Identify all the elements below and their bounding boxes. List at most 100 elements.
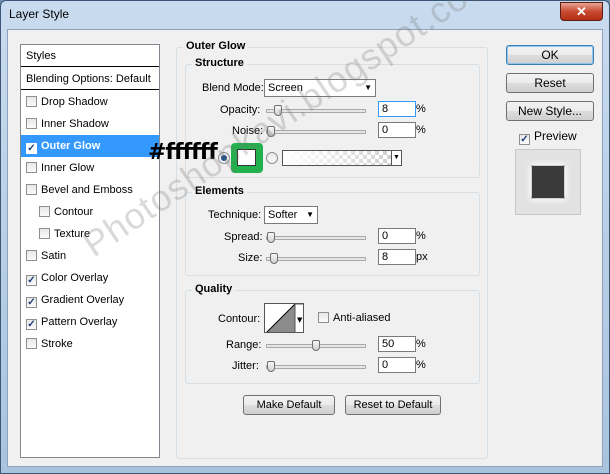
style-item-satin[interactable]: Satin [21,245,159,267]
make-default-button[interactable]: Make Default [243,395,335,415]
contour-label: Contour: [218,313,261,325]
contour-curve-icon: ▼ [266,304,303,332]
preview-label: Preview [534,129,577,143]
jitter-slider-thumb[interactable] [267,361,275,372]
blend-mode-select[interactable]: Screen ▼ [264,79,376,97]
styles-list: Styles Blending Options: Default Drop Sh… [20,44,160,458]
style-item-color-overlay[interactable]: ✓ Color Overlay [21,267,159,289]
anti-aliased-label: Anti-aliased [333,312,391,324]
reset-button[interactable]: Reset [506,73,594,93]
outer-glow-group: Outer Glow Structure Blend Mode: Screen … [176,40,488,459]
range-percent: % [416,338,426,350]
style-item-inner-glow[interactable]: Inner Glow [21,157,159,179]
preview-thumbnail [515,149,581,215]
title-bar[interactable]: Layer Style ✕ [1,1,609,27]
checkbox-icon[interactable] [26,338,37,349]
spread-slider-thumb[interactable] [267,232,275,243]
size-input[interactable]: 8 [378,249,416,265]
ok-button[interactable]: OK [506,45,594,65]
window-title: Layer Style [9,7,70,21]
style-item-label: Bevel and Emboss [41,184,133,196]
outer-glow-title: Outer Glow [183,40,249,52]
checkbox-icon[interactable] [39,206,50,217]
blending-options-item[interactable]: Blending Options: Default [21,68,159,90]
color-hex-annotation: #ffffff [148,140,218,165]
chevron-down-icon[interactable]: ▼ [391,151,401,165]
style-item-drop-shadow[interactable]: Drop Shadow [21,91,159,113]
checkbox-icon[interactable]: ✓ [26,319,37,330]
new-style-button[interactable]: New Style... [506,101,594,121]
preview-checkbox[interactable]: ✓ Preview [519,129,577,145]
dialog-client: Styles Blending Options: Default Drop Sh… [7,29,603,467]
close-button[interactable]: ✕ [560,2,603,21]
noise-input[interactable]: 0 [378,122,416,138]
size-slider[interactable] [266,253,366,264]
layer-style-window: Layer Style ✕ Styles Blending Options: D… [0,0,610,474]
radio-selected-dot [221,155,227,161]
anti-aliased-checkbox[interactable]: Anti-aliased [318,312,390,324]
checkbox-icon[interactable] [26,250,37,261]
gradient-radio[interactable] [266,152,278,164]
style-item-gradient-overlay[interactable]: ✓ Gradient Overlay [21,289,159,311]
anti-aliased-check-icon [318,312,329,323]
style-item-label: Gradient Overlay [41,294,125,306]
range-input[interactable]: 50 [378,336,416,352]
checkbox-icon[interactable]: ✓ [26,297,37,308]
checkbox-icon[interactable]: ✓ [26,143,37,154]
quality-group: Quality Contour: ▼ Anti-aliased Range: 5… [185,283,480,384]
size-slider-thumb[interactable] [270,253,278,264]
jitter-slider[interactable] [266,361,366,372]
quality-title: Quality [192,283,236,295]
noise-label: Noise: [232,125,264,137]
style-item-label: Pattern Overlay [41,316,118,328]
range-slider[interactable] [266,340,366,351]
style-item-label: Drop Shadow [41,96,108,108]
blend-mode-label: Blend Mode: [202,82,264,94]
size-px: px [416,251,428,263]
style-item-label: Outer Glow [41,140,101,152]
opacity-percent: % [416,103,426,115]
reset-to-default-button[interactable]: Reset to Default [345,395,441,415]
style-item-label: Texture [54,228,91,240]
preview-check-icon: ✓ [519,134,530,145]
technique-value: Softer [268,209,298,221]
solid-color-radio[interactable] [218,152,230,164]
range-label: Range: [226,339,262,351]
checkbox-icon[interactable] [26,96,37,107]
checkbox-icon[interactable] [39,228,50,239]
checkbox-icon[interactable]: ✓ [26,275,37,286]
spread-percent: % [416,230,426,242]
glow-color-swatch[interactable] [231,143,263,173]
contour-picker[interactable]: ▼ [264,303,304,333]
technique-select[interactable]: Softer ▼ [264,206,318,224]
noise-slider-thumb[interactable] [267,126,275,137]
opacity-label: Opacity: [220,104,261,116]
checkbox-icon[interactable] [26,162,37,173]
style-item-contour[interactable]: Contour [21,201,159,223]
svg-text:▼: ▼ [297,316,303,324]
style-item-inner-shadow[interactable]: Inner Shadow [21,113,159,135]
elements-group: Elements Technique: Softer ▼ Spread: 0 %… [185,185,480,276]
style-item-bevel-and-emboss[interactable]: Bevel and Emboss [21,179,159,201]
spread-slider[interactable] [266,232,366,243]
spread-input[interactable]: 0 [378,228,416,244]
opacity-slider[interactable] [266,105,366,116]
jitter-input[interactable]: 0 [378,357,416,373]
style-item-pattern-overlay[interactable]: ✓ Pattern Overlay [21,311,159,333]
blend-mode-value: Screen [268,82,303,94]
gradient-picker[interactable]: ▼ [282,150,402,166]
technique-label: Technique: [208,209,262,221]
style-item-stroke[interactable]: Stroke [21,333,159,355]
elements-title: Elements [192,185,247,197]
structure-title: Structure [192,57,247,69]
styles-header[interactable]: Styles [21,45,159,67]
range-slider-thumb[interactable] [312,340,320,351]
checkbox-icon[interactable] [26,118,37,129]
style-item-texture[interactable]: Texture [21,223,159,245]
noise-slider[interactable] [266,126,366,137]
opacity-slider-thumb[interactable] [274,105,282,116]
style-item-outer-glow[interactable]: ✓ Outer Glow [21,135,159,157]
opacity-input[interactable]: 8 [378,101,416,117]
checkbox-icon[interactable] [26,184,37,195]
style-item-label: Color Overlay [41,272,109,284]
